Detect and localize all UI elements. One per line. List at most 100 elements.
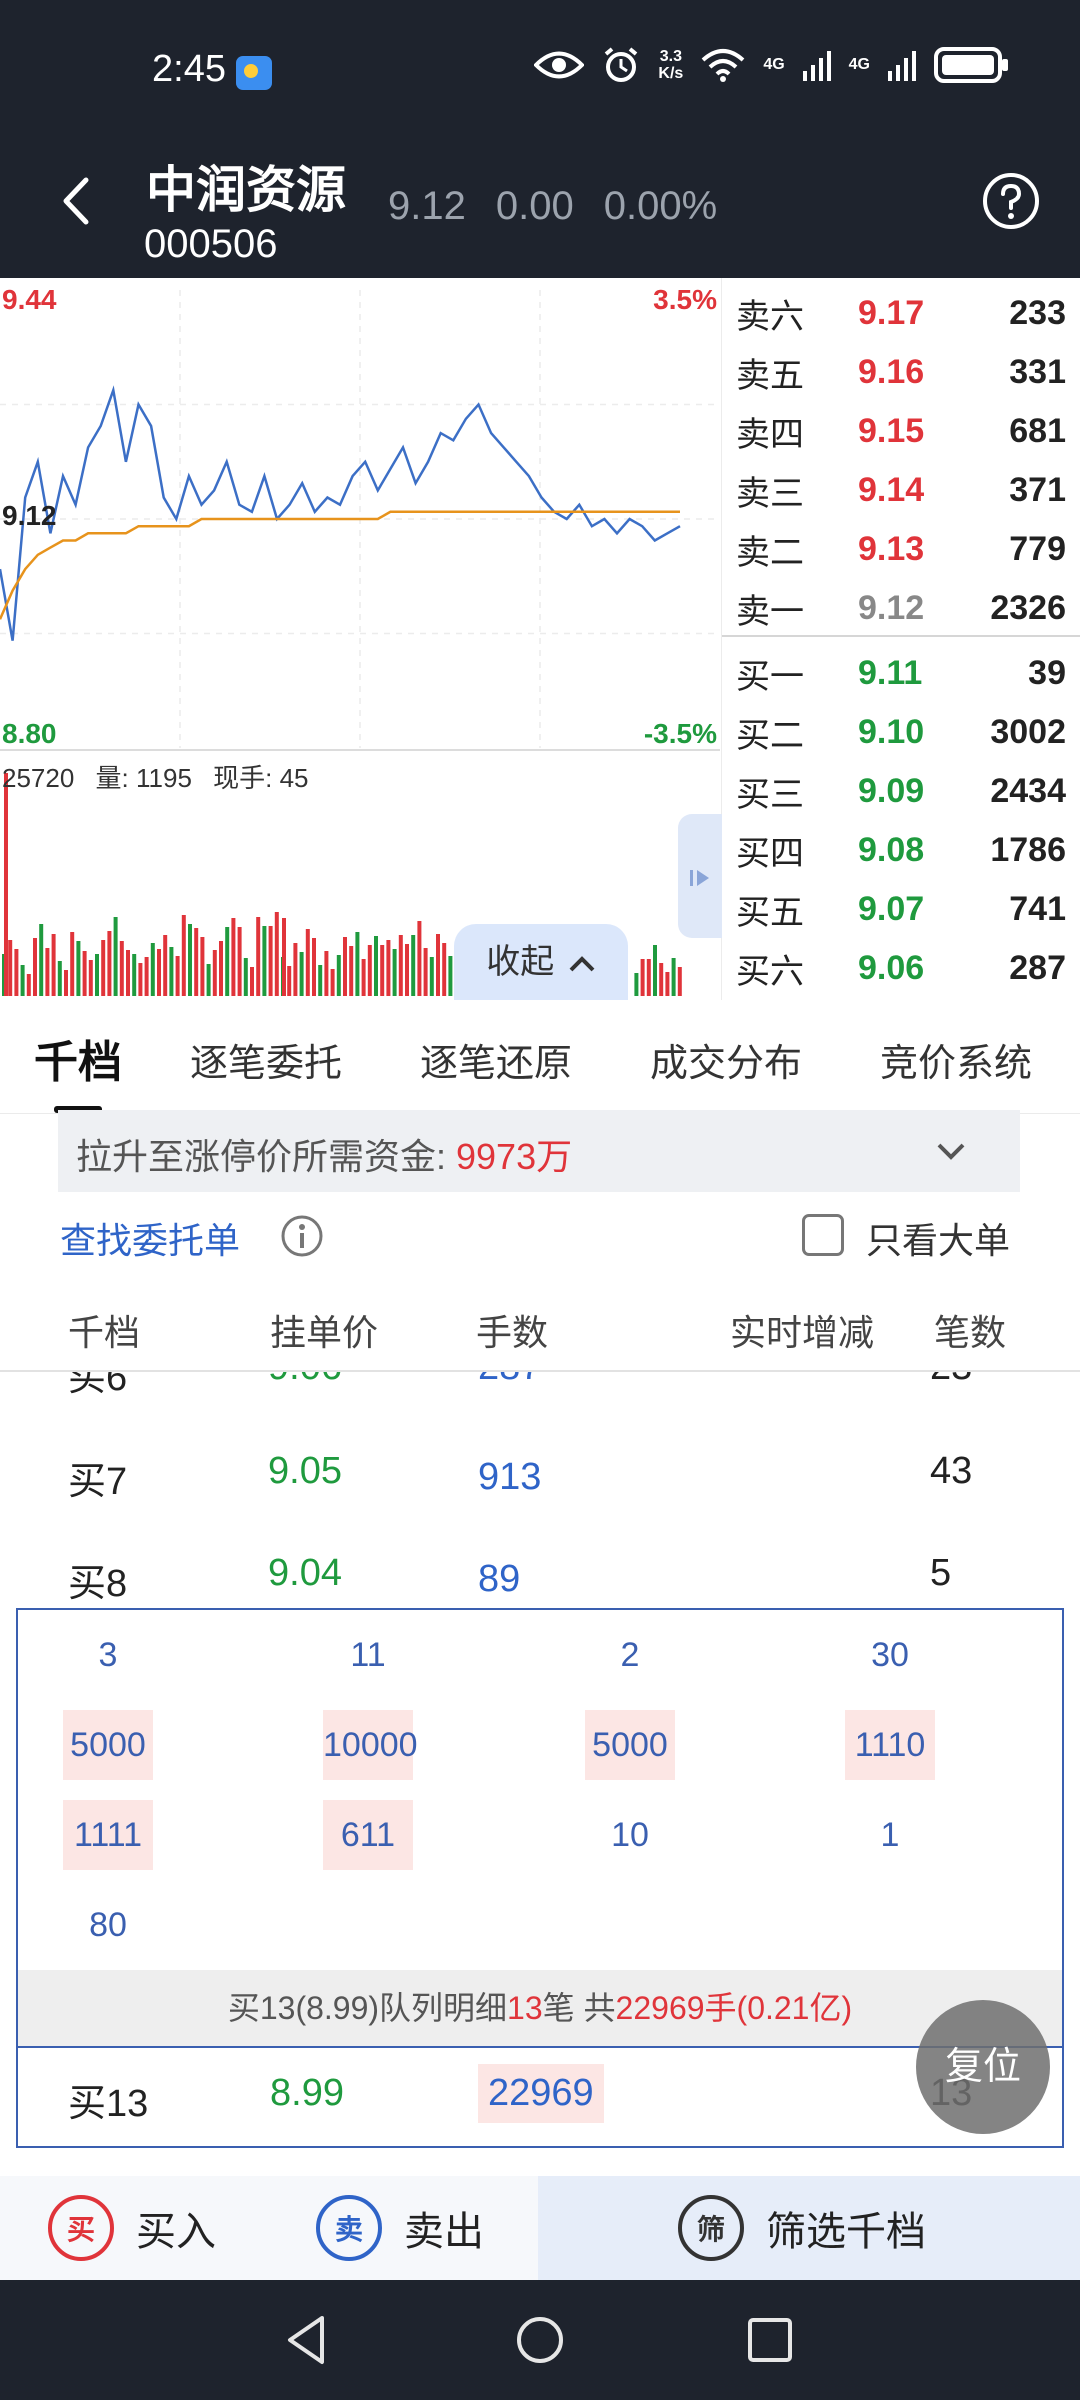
bid-level-volume: 287 — [1009, 948, 1066, 987]
volume-bar — [169, 947, 174, 996]
bid-level-row[interactable]: 买二 9.10 3002 — [722, 703, 1080, 761]
ask-level-price: 9.15 — [858, 411, 925, 450]
volume-bar — [231, 918, 236, 996]
col-realtime-change: 实时增减 — [730, 1312, 875, 1353]
volume-bar — [144, 957, 149, 996]
nav-back-icon[interactable] — [278, 2310, 338, 2370]
ask-level-price: 9.17 — [858, 293, 925, 332]
reset-button[interactable]: 复位 — [916, 2000, 1050, 2134]
volume-total: 25720 — [2, 763, 75, 793]
ask-level-row[interactable]: 卖四 9.15 681 — [722, 402, 1080, 460]
ask-level-row[interactable]: 卖三 9.14 371 — [722, 461, 1080, 519]
queue-level-row[interactable]: 买13 8.99 22969 13 — [18, 2046, 1062, 2146]
table-row[interactable]: 买7 9.05 913 43 — [0, 1450, 1080, 1550]
tab-zhubi-huanyuan[interactable]: 逐笔还原 — [420, 1032, 572, 1087]
bid-level-price: 9.11 — [858, 653, 923, 692]
bid-level-price: 9.10 — [858, 712, 925, 751]
bid-level-row[interactable]: 买三 9.09 2434 — [722, 762, 1080, 820]
volume-bar — [268, 926, 273, 996]
table-row[interactable]: 买6 9.06 287 23 — [0, 1372, 1080, 1446]
price-low-label: 8.80 — [2, 718, 57, 749]
only-big-orders-label[interactable]: 只看大单 — [866, 1212, 1010, 1264]
buy-button[interactable]: 买 买入 — [48, 2176, 216, 2280]
tab-jingjia-xitong[interactable]: 竞价系统 — [880, 1032, 1032, 1087]
find-order-link[interactable]: 查找委托单 — [60, 1212, 240, 1264]
back-icon[interactable] — [56, 176, 100, 226]
row-price: 8.99 — [270, 2072, 344, 2114]
filter-levels-button[interactable]: 筛 筛选千档 — [538, 2176, 1080, 2280]
volume-bar — [411, 935, 416, 996]
sell-button[interactable]: 卖 卖出 — [316, 2176, 484, 2280]
ask-level-row[interactable]: 卖五 9.16 331 — [722, 343, 1080, 401]
volume-bar — [212, 950, 217, 996]
volume-bar — [374, 936, 378, 996]
volume-label: 量: 1195 — [95, 763, 192, 793]
volume-bar — [175, 956, 180, 996]
intraday-chart[interactable]: 9.44 3.5% 9.12 8.80 -3.5% 25720 量: 1195 … — [0, 278, 722, 1000]
volume-bar — [677, 967, 682, 996]
volume-bar — [163, 935, 168, 996]
bid-level-label: 买三 — [736, 775, 804, 814]
volume-bar — [95, 954, 99, 996]
bid-level-row[interactable]: 买六 9.06 287 — [722, 939, 1080, 997]
bid-level-row[interactable]: 买一 9.11 39 — [722, 644, 1080, 702]
bid-level-row[interactable]: 买五 9.07 741 — [722, 880, 1080, 938]
queue-order-size: 10 — [611, 1816, 649, 1854]
bid-level-volume: 39 — [1028, 653, 1066, 692]
row-price: 9.04 — [268, 1552, 342, 1594]
info-icon[interactable] — [280, 1214, 324, 1258]
queue-detail-panel[interactable]: 3 11 2 30 5000 10000 5000 1110 1111 611 10 1 80 买13(… — [16, 1608, 1064, 2148]
ask-level-price: 9.13 — [858, 529, 925, 568]
collapse-button[interactable]: 收起 — [454, 924, 628, 1000]
buy-label: 买入 — [136, 2210, 216, 2254]
ask-level-row[interactable]: 卖一 9.12 2326 — [722, 579, 1080, 637]
sell-label: 卖出 — [404, 2210, 484, 2254]
volume-bar — [113, 917, 118, 996]
volume-bar — [659, 963, 664, 996]
nav-home-icon[interactable] — [510, 2310, 570, 2370]
stock-header: 中润资源 000506 9.12 0.00 0.00% — [0, 130, 1080, 278]
tab-qiandang[interactable]: 千档 — [34, 1026, 122, 1090]
volume-bar — [101, 940, 106, 996]
limit-up-funding-banner[interactable]: 拉升至涨停价所需资金: 9973万 — [58, 1110, 1020, 1192]
volume-bar — [225, 927, 230, 996]
queue-order-size: 3 — [98, 1636, 118, 1674]
volume-bar — [181, 915, 186, 996]
ask-level-label: 卖三 — [736, 474, 804, 513]
queue-order-size: 11 — [350, 1636, 386, 1674]
chevron-down-icon[interactable] — [936, 1136, 966, 1166]
bid-level-row[interactable]: 买四 9.08 1786 — [722, 821, 1080, 879]
queue-order-size: 1111 — [63, 1800, 153, 1870]
ask-level-row[interactable]: 卖六 9.17 233 — [722, 284, 1080, 342]
bid-level-volume: 741 — [1009, 889, 1066, 928]
col-count: 笔数 — [934, 1312, 1007, 1353]
volume-bar — [448, 956, 453, 996]
help-icon[interactable] — [982, 172, 1040, 230]
volume-bar — [305, 929, 310, 996]
only-big-orders-checkbox[interactable] — [802, 1214, 844, 1256]
row-hands: 89 — [478, 1558, 521, 1600]
ask-level-label: 卖六 — [736, 297, 804, 336]
nav-recents-icon[interactable] — [740, 2310, 800, 2370]
network-type-1: 4G — [763, 56, 785, 73]
tab-zhubi-weituo[interactable]: 逐笔委托 — [190, 1032, 342, 1087]
banner-label: 拉升至涨停价所需资金: — [76, 1136, 457, 1177]
row-price: 9.05 — [268, 1450, 342, 1492]
volume-bar — [442, 943, 447, 996]
bid-level-label: 买二 — [736, 716, 804, 755]
stock-change-pct: 0.00% — [603, 184, 718, 228]
net-speed: 3.3 K/s — [658, 48, 683, 82]
col-level: 千档 — [68, 1312, 141, 1353]
queue-summary: 买13(8.99)队列明细13笔 共22969手(0.21亿) — [18, 1970, 1062, 2046]
filter-label: 筛选千档 — [766, 2210, 926, 2254]
tab-bar: 千档 逐笔委托 逐笔还原 成交分布 竞价系统 — [0, 1010, 1080, 1114]
expand-side-button[interactable] — [678, 814, 722, 938]
tab-chengjiao-fenbu[interactable]: 成交分布 — [650, 1032, 802, 1087]
volume-bar — [51, 934, 56, 996]
volume-bar — [417, 921, 422, 996]
ask-level-row[interactable]: 卖二 9.13 779 — [722, 520, 1080, 578]
volume-bar — [343, 937, 347, 996]
volume-bar — [243, 958, 248, 996]
volume-bar — [423, 948, 428, 996]
volume-bar — [355, 932, 360, 996]
